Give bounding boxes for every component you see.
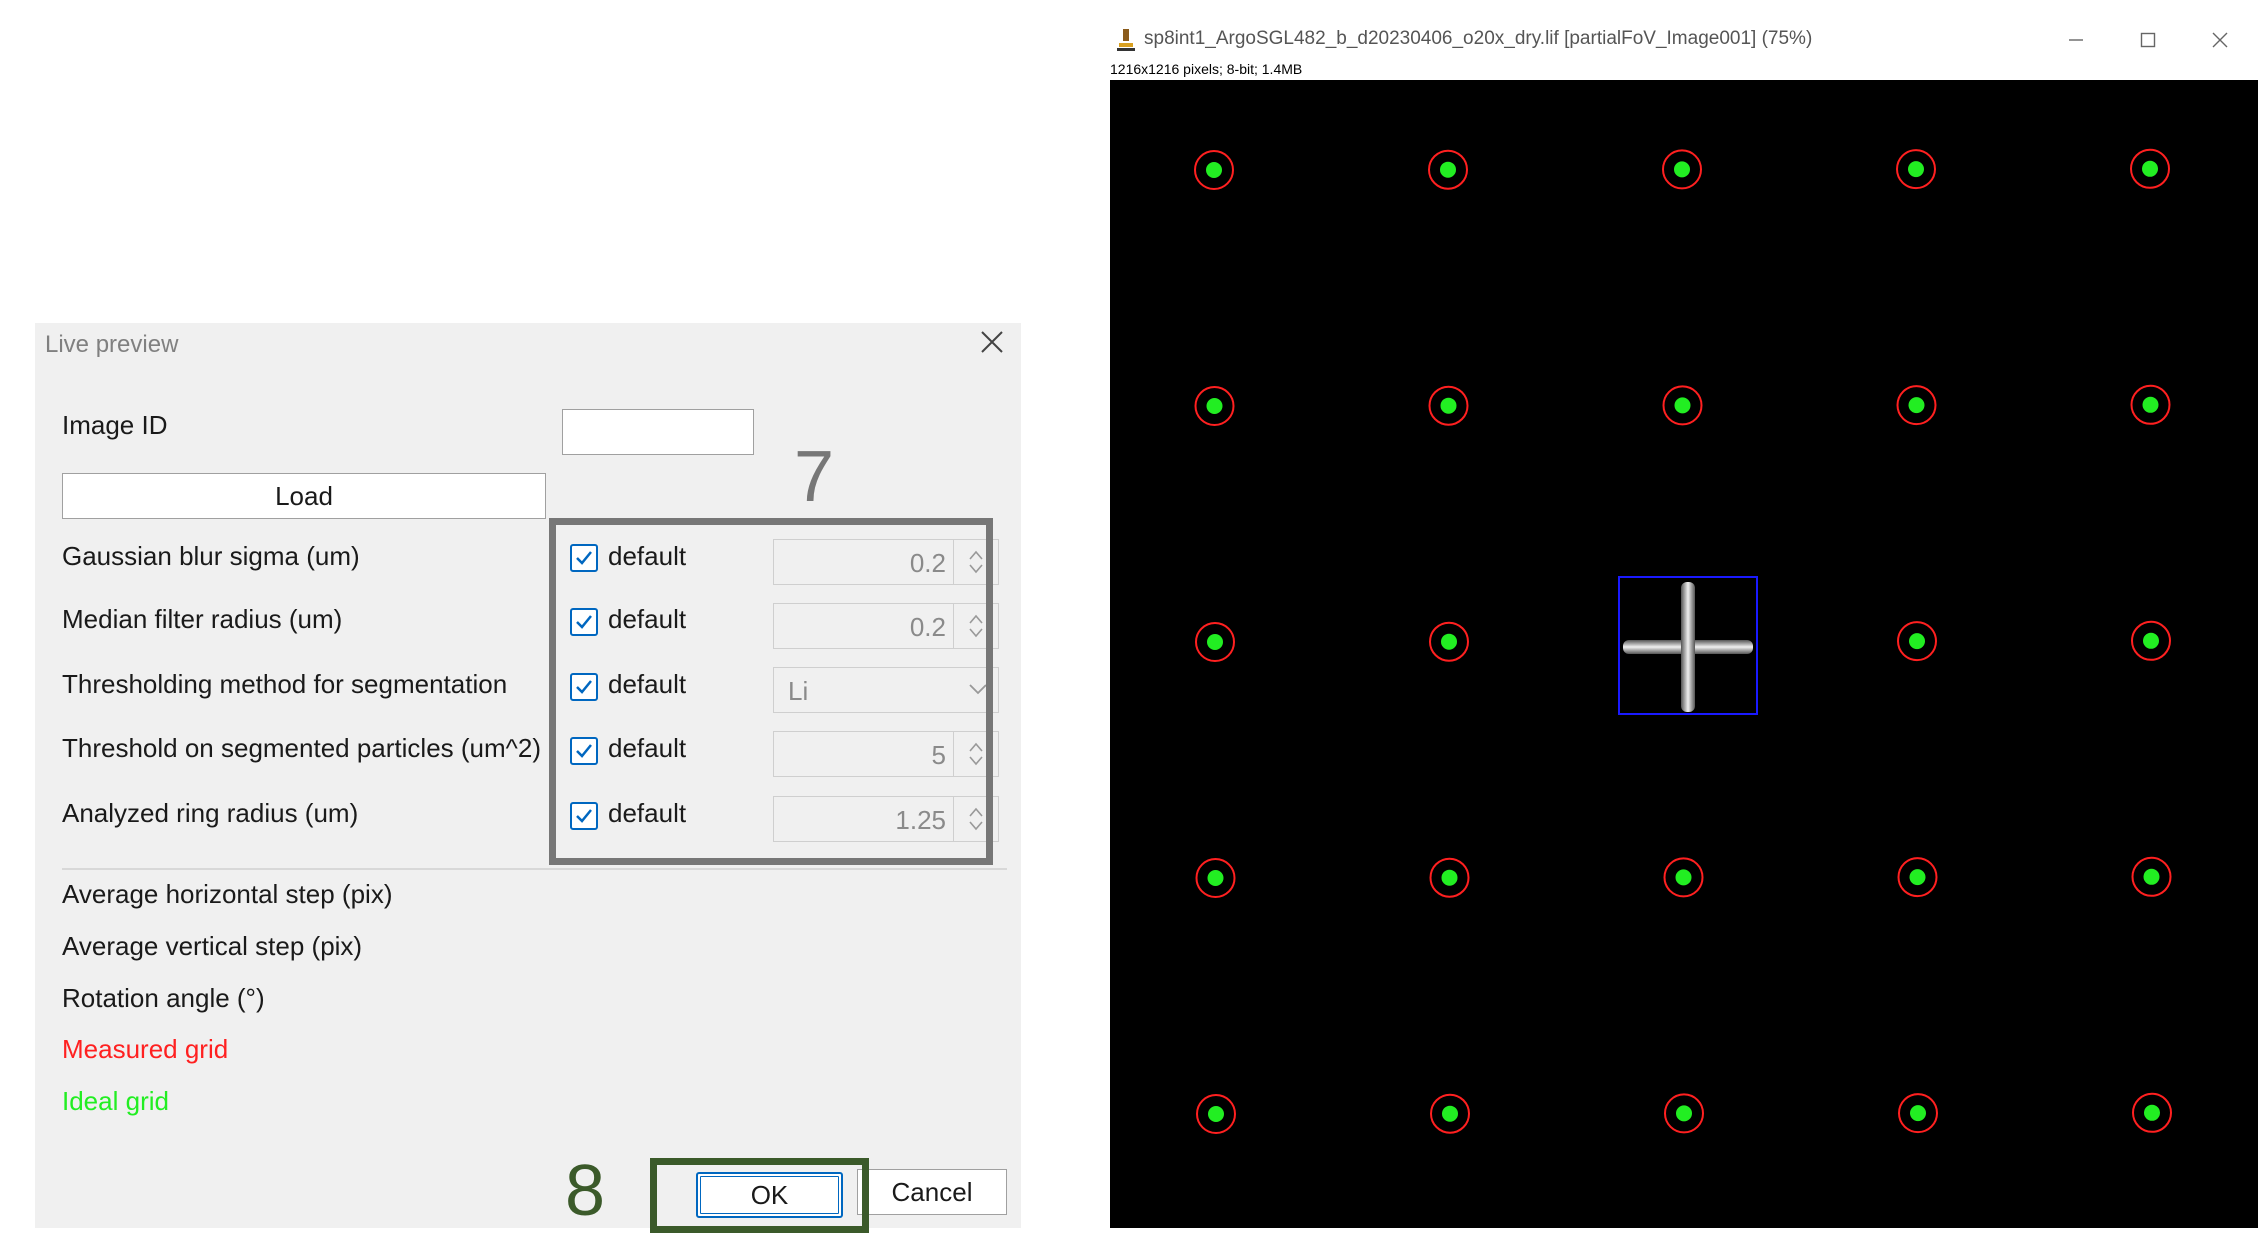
ideal-grid-dot xyxy=(1440,397,1457,414)
ideal-grid-dot xyxy=(2142,160,2158,177)
ideal-grid-dot xyxy=(1908,161,1924,178)
image-canvas[interactable] xyxy=(1110,80,2258,1228)
close-icon[interactable] xyxy=(977,327,1007,357)
maximize-icon[interactable] xyxy=(2134,26,2162,54)
ideal-grid-dot xyxy=(2142,396,2159,413)
image-info: 1216x1216 pixels; 8-bit; 1.4MB xyxy=(1110,61,1303,77)
vertical-step-label: Average vertical step (pix) xyxy=(62,931,363,961)
image-window-titlebar[interactable]: sp8int1_ArgoSGL482_b_d20230406_o20x_dry.… xyxy=(1110,20,2258,60)
ideal-grid-dot xyxy=(1441,869,1458,886)
ideal-grid-legend: Ideal grid xyxy=(62,1086,169,1116)
ideal-grid-dot xyxy=(1208,1106,1224,1122)
ring-radius-label: Analyzed ring radius (um) xyxy=(62,798,359,828)
ideal-grid-dot xyxy=(1675,869,1692,886)
rotation-angle-label: Rotation angle (°) xyxy=(62,983,265,1013)
separator xyxy=(62,868,1007,870)
microscope-icon xyxy=(1114,27,1138,53)
image-id-input[interactable] xyxy=(562,409,754,455)
image-window-title: sp8int1_ArgoSGL482_b_d20230406_o20x_dry.… xyxy=(1144,28,1813,49)
load-button[interactable]: Load xyxy=(62,473,546,519)
ideal-grid-dot xyxy=(2143,868,2160,885)
step-7-highlight-box xyxy=(549,518,993,865)
ideal-grid-dot xyxy=(1207,870,1224,886)
ideal-grid-dot xyxy=(1908,397,1925,414)
close-icon[interactable] xyxy=(2206,26,2234,54)
horizontal-step-label: Average horizontal step (pix) xyxy=(62,879,393,909)
dialog-title: Live preview xyxy=(45,331,179,358)
center-cross-marker xyxy=(1623,582,1753,712)
ideal-grid-dot xyxy=(1909,633,1925,650)
ideal-grid-dot xyxy=(1206,162,1222,178)
ideal-grid-dot xyxy=(1440,161,1456,178)
ideal-grid-dot xyxy=(2143,632,2159,649)
ideal-grid-dot xyxy=(1910,1105,1926,1122)
minimize-icon[interactable] xyxy=(2062,26,2090,54)
measured-grid-legend: Measured grid xyxy=(62,1034,229,1064)
step-7-number: 7 xyxy=(794,437,835,517)
step-8-number: 8 xyxy=(565,1151,606,1231)
step-8-highlight-box xyxy=(650,1158,869,1233)
median-filter-label: Median filter radius (um) xyxy=(62,604,343,634)
ideal-grid-dot xyxy=(1206,398,1223,414)
cancel-button[interactable]: Cancel xyxy=(857,1169,1007,1215)
ideal-grid-dot xyxy=(1674,397,1691,414)
ideal-grid-dot xyxy=(1909,869,1926,886)
image-id-label: Image ID xyxy=(62,410,168,440)
image-window: sp8int1_ArgoSGL482_b_d20230406_o20x_dry.… xyxy=(1110,20,2258,1228)
threshold-method-label: Thresholding method for segmentation xyxy=(62,669,508,699)
ideal-grid-dot xyxy=(1441,633,1457,650)
ideal-grid-dot xyxy=(1676,1105,1692,1122)
grid-overlay xyxy=(1194,148,2172,1134)
ideal-grid-dot xyxy=(1674,161,1690,178)
gaussian-blur-label: Gaussian blur sigma (um) xyxy=(62,541,360,571)
ideal-grid-dot xyxy=(1442,1105,1458,1122)
ideal-grid-dot xyxy=(2144,1104,2160,1121)
ideal-grid-dot xyxy=(1207,634,1223,650)
particle-threshold-label: Threshold on segmented particles (um^2) xyxy=(62,733,541,763)
